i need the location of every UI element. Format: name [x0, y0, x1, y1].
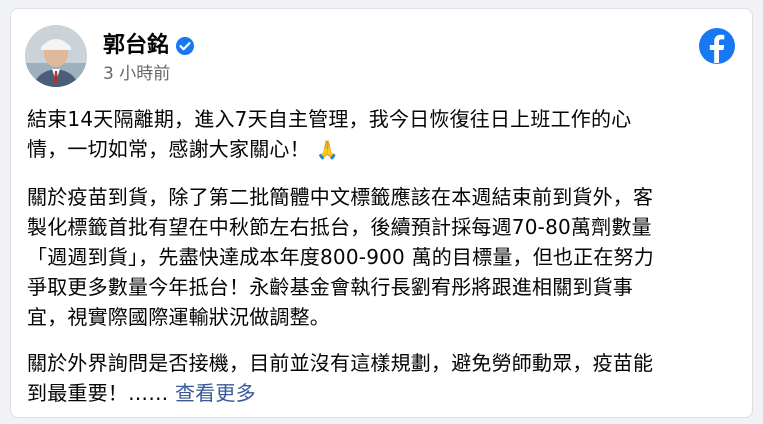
author-avatar[interactable]	[25, 25, 87, 87]
post-paragraph-3-text: 關於外界詢問是否接機，目前並沒有這樣規劃，避免勞師動眾，疫苗能 到最重要！……	[27, 351, 654, 405]
post-body: 結束14天隔離期，進入7天自主管理，我今日恢復往日上班工作的心 情，一切如常，感…	[27, 104, 737, 424]
post-paragraph-3: 關於外界詢問是否接機，目前並沒有這樣規劃，避免勞師動眾，疫苗能 到最重要！…… …	[27, 348, 737, 408]
facebook-logo-icon[interactable]	[698, 27, 736, 65]
author-name-row: 郭台銘	[103, 33, 195, 59]
see-more-link[interactable]: 查看更多	[175, 381, 256, 405]
author-name[interactable]: 郭台銘	[103, 33, 169, 59]
post-paragraph-1: 結束14天隔離期，進入7天自主管理，我今日恢復往日上班工作的心 情，一切如常，感…	[27, 104, 737, 166]
verified-badge-icon	[176, 37, 195, 55]
post-timestamp[interactable]: 3 小時前	[103, 63, 170, 85]
pray-emoji: 🙏	[316, 140, 339, 161]
post-header: 郭台銘 3 小時前	[25, 25, 725, 87]
post-paragraph-2: 關於疫苗到貨，除了第二批簡體中文標籤應該在本週結束前到貨外，客 製化標籤首批有望…	[27, 185, 654, 329]
post-card: 郭台銘 3 小時前 結束14天隔離期，進入7天自主管理，我今日恢復往日上班工作的…	[10, 8, 753, 418]
